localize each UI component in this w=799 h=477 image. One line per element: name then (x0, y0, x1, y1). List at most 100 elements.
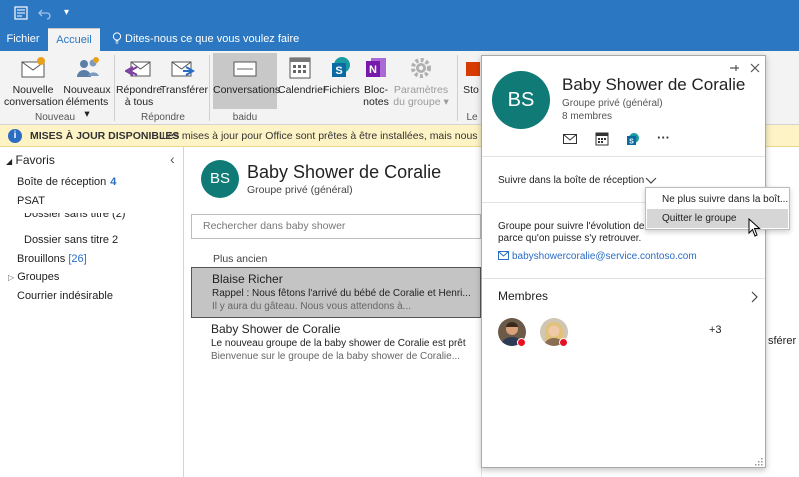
conversations-button[interactable]: Conversations (213, 53, 281, 109)
new-conversation-button[interactable]: Nouvelle conversation (4, 53, 64, 108)
files-label: Fichiers (323, 84, 360, 96)
store-icon (461, 55, 481, 81)
message-item-selected[interactable]: Blaise Richer Rappel : Nous fêtons l'arr… (191, 267, 481, 318)
group-card: BS Baby Shower de Coralie Groupe privé (… (481, 55, 766, 468)
store-button[interactable]: Sto (461, 53, 481, 96)
conversations-icon (231, 55, 259, 81)
favorites-header[interactable]: ◢ Favoris (6, 153, 55, 167)
message-preview: Il y aura du gâteau. Nous vous attendons… (212, 301, 412, 312)
files-button[interactable]: S Fichiers (323, 53, 360, 96)
send-receive-icon[interactable] (14, 6, 28, 23)
group-card-title: Baby Shower de Coralie (562, 75, 746, 94)
conversations-label: Conversations (213, 84, 281, 96)
search-input[interactable]: Rechercher dans baby shower (191, 214, 481, 239)
folder-pane: ◢ Favoris ‹ Boîte de réception 4 PSAT Dos… (0, 147, 184, 477)
group-separator (457, 55, 458, 121)
group-card-avatar: BS (492, 71, 550, 129)
follow-in-inbox-label[interactable]: Suivre dans la boîte de réception (498, 175, 644, 186)
new-conversation-label-1: Nouvelle (12, 84, 54, 96)
folder-inbox[interactable]: Boîte de réception 4 (17, 176, 116, 188)
mouse-cursor-icon (748, 218, 761, 237)
group-email-link[interactable]: babyshowercoralie@service.contoso.com (498, 251, 697, 262)
message-preview: Bienvenue sur le groupe de la baby showe… (211, 351, 461, 362)
more-members-count[interactable]: +3 (709, 324, 722, 336)
new-conversation-label-2: conversation (4, 96, 64, 108)
group-label-new: Nouveau (34, 112, 76, 123)
collapse-pane-icon[interactable]: ‹ (170, 151, 175, 167)
undo-icon[interactable] (38, 6, 52, 23)
folder-drafts[interactable]: Brouillons [26] (17, 253, 87, 265)
folder-psat[interactable]: PSAT (17, 195, 45, 207)
notebook-label-2: notes (363, 96, 389, 108)
message-item[interactable]: Baby Shower de Coralie Le nouveau groupe… (191, 318, 481, 369)
notebook-label-1: Bloc- (364, 84, 388, 96)
ribbon-tabs: Fichier Accueil Dites-nous ce que vous v… (0, 28, 799, 51)
menu-item-leave-group[interactable]: Quitter le groupe (647, 209, 788, 228)
tab-home[interactable]: Accueil (48, 28, 100, 51)
new-mail-icon (19, 55, 47, 81)
lightbulb-icon (112, 32, 122, 44)
group-card-type: Groupe privé (général) (562, 98, 663, 109)
sharepoint-icon[interactable]: S (625, 132, 641, 146)
new-items-icon (73, 55, 101, 81)
group-card-member-count: 8 membres (562, 111, 613, 122)
group-label-partial: Le (466, 112, 478, 123)
calendar-button[interactable]: Calendrier (278, 53, 327, 96)
menu-item-stop-following[interactable]: Ne plus suivre dans la boît... (647, 190, 788, 209)
inbox-unread-count: 4 (110, 176, 117, 188)
groups-label: Groupes (17, 271, 60, 283)
forward-icon (169, 55, 197, 81)
message-subject: Rappel : Nous fêtons l'arrivé du bébé de… (212, 288, 471, 299)
group-settings-label-2: du groupe ▾ (393, 96, 449, 108)
members-section-label[interactable]: Membres (498, 289, 548, 303)
expand-arrow-icon: ◢ (6, 157, 13, 166)
follow-dropdown-menu: Ne plus suivre dans la boît... Quitter l… (645, 187, 790, 230)
group-avatar: BS (201, 160, 239, 198)
update-message: Les mises à jour pour Office sont prêtes… (162, 130, 524, 142)
store-label: Sto (463, 84, 479, 96)
favorites-label: Favoris (15, 153, 55, 167)
folder-junk[interactable]: Courrier indésirable (17, 290, 113, 302)
tab-file[interactable]: Fichier (0, 28, 46, 51)
divider (482, 156, 765, 157)
resize-grip-icon[interactable] (755, 458, 763, 466)
mail-icon[interactable] (562, 132, 578, 146)
message-from: Baby Shower de Coralie (211, 322, 341, 336)
group-settings-label-1: Paramètres (393, 84, 449, 96)
customize-quick-access-icon[interactable]: ▾ (64, 7, 69, 18)
info-icon: i (8, 129, 22, 143)
pin-icon[interactable] (728, 62, 740, 74)
group-email: babyshowercoralie@service.contoso.com (512, 251, 697, 262)
onenote-icon: N (362, 55, 390, 81)
chevron-down-icon[interactable] (645, 177, 657, 185)
inbox-label: Boîte de réception (17, 176, 107, 188)
group-settings-button[interactable]: Paramètres du groupe ▾ (393, 53, 449, 108)
group-type: Groupe privé (général) (247, 184, 353, 196)
group-label-respond: Répondre (141, 112, 185, 123)
expand-arrow-icon: ▷ (8, 273, 15, 282)
sort-label[interactable]: Plus ancien (213, 253, 267, 265)
folder-untitled-2[interactable]: Dossier sans titre 2 (24, 234, 118, 246)
presence-busy-icon (559, 338, 568, 347)
reply-all-button[interactable]: Répondre à tous (115, 53, 163, 108)
new-items-button[interactable]: Nouveaux éléments ▾ (62, 53, 112, 120)
folder-untitled-2-paren[interactable]: Dossier sans titre (2) (24, 213, 125, 220)
mail-icon (498, 251, 509, 260)
sharepoint-icon: S (327, 55, 355, 81)
tell-me-box[interactable]: Dites-nous ce que vous voulez faire (112, 28, 299, 51)
folder-groups[interactable]: ▷ Groupes (8, 271, 59, 283)
calendar-label: Calendrier (278, 84, 327, 96)
forward-button[interactable]: Transférer (160, 53, 208, 96)
svg-text:S: S (335, 65, 342, 77)
calendar-icon[interactable] (594, 132, 610, 146)
drafts-label: Brouillons (17, 253, 66, 265)
title-bar: ▾ (0, 0, 799, 28)
more-actions-icon[interactable]: ··· (657, 130, 670, 145)
divider (482, 278, 765, 279)
close-icon[interactable] (750, 63, 760, 73)
svg-text:N: N (369, 64, 377, 76)
notebook-button[interactable]: N Bloc- notes (359, 53, 393, 108)
reply-all-label-1: Répondre (115, 84, 163, 96)
group-title[interactable]: Baby Shower de Coralie (247, 162, 441, 183)
chevron-right-icon[interactable] (751, 291, 759, 303)
